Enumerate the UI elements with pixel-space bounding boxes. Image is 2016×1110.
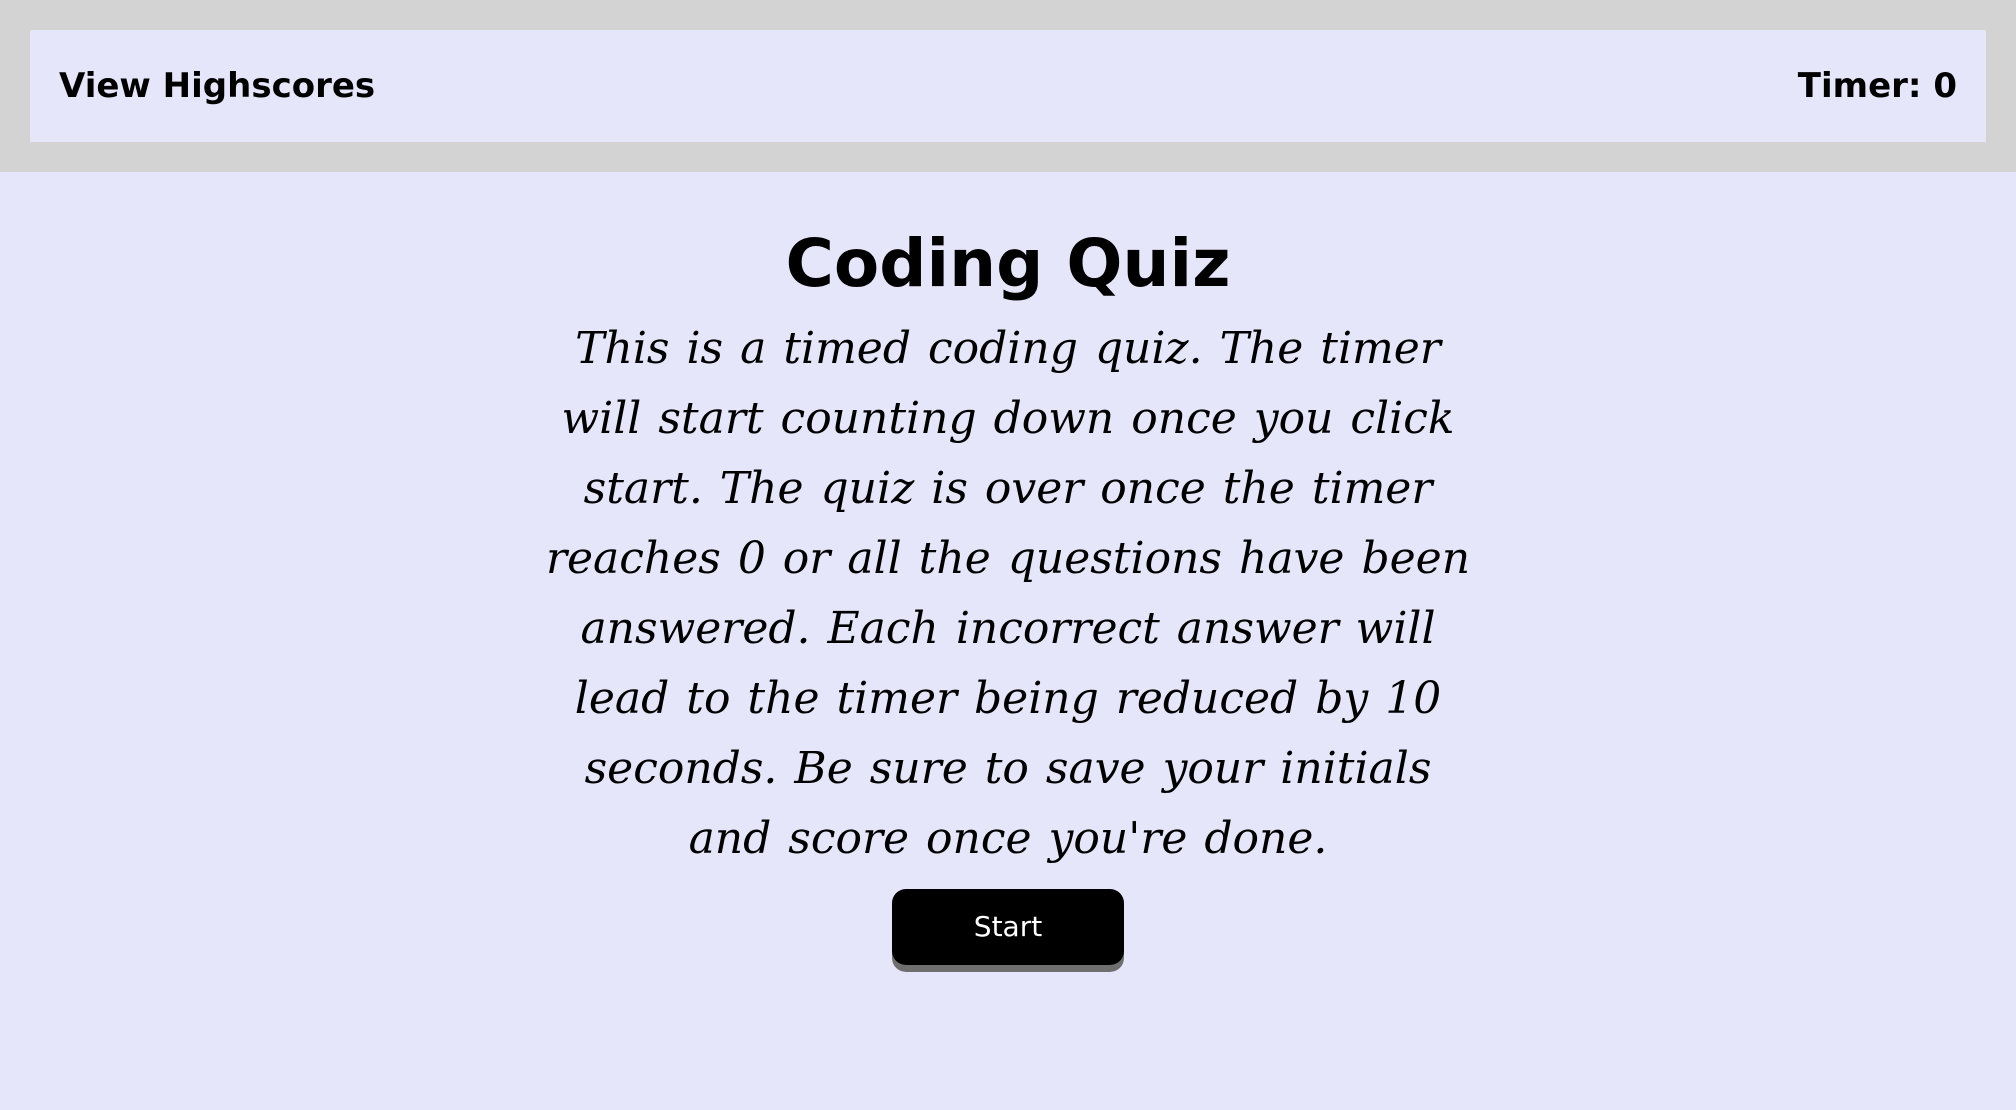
quiz-intro-section: Coding Quiz This is a timed coding quiz.… [0,172,2016,1110]
header-panel: View Highscores Timer: 0 [30,30,1986,142]
timer-display: Timer: 0 [1797,66,1957,106]
start-button[interactable]: Start [892,889,1124,965]
page-title: Coding Quiz [785,225,1231,302]
view-highscores-link[interactable]: View Highscores [59,66,375,106]
header-bar: View Highscores Timer: 0 [0,0,2016,172]
quiz-instructions: This is a timed coding quiz. The timer w… [545,323,1471,864]
